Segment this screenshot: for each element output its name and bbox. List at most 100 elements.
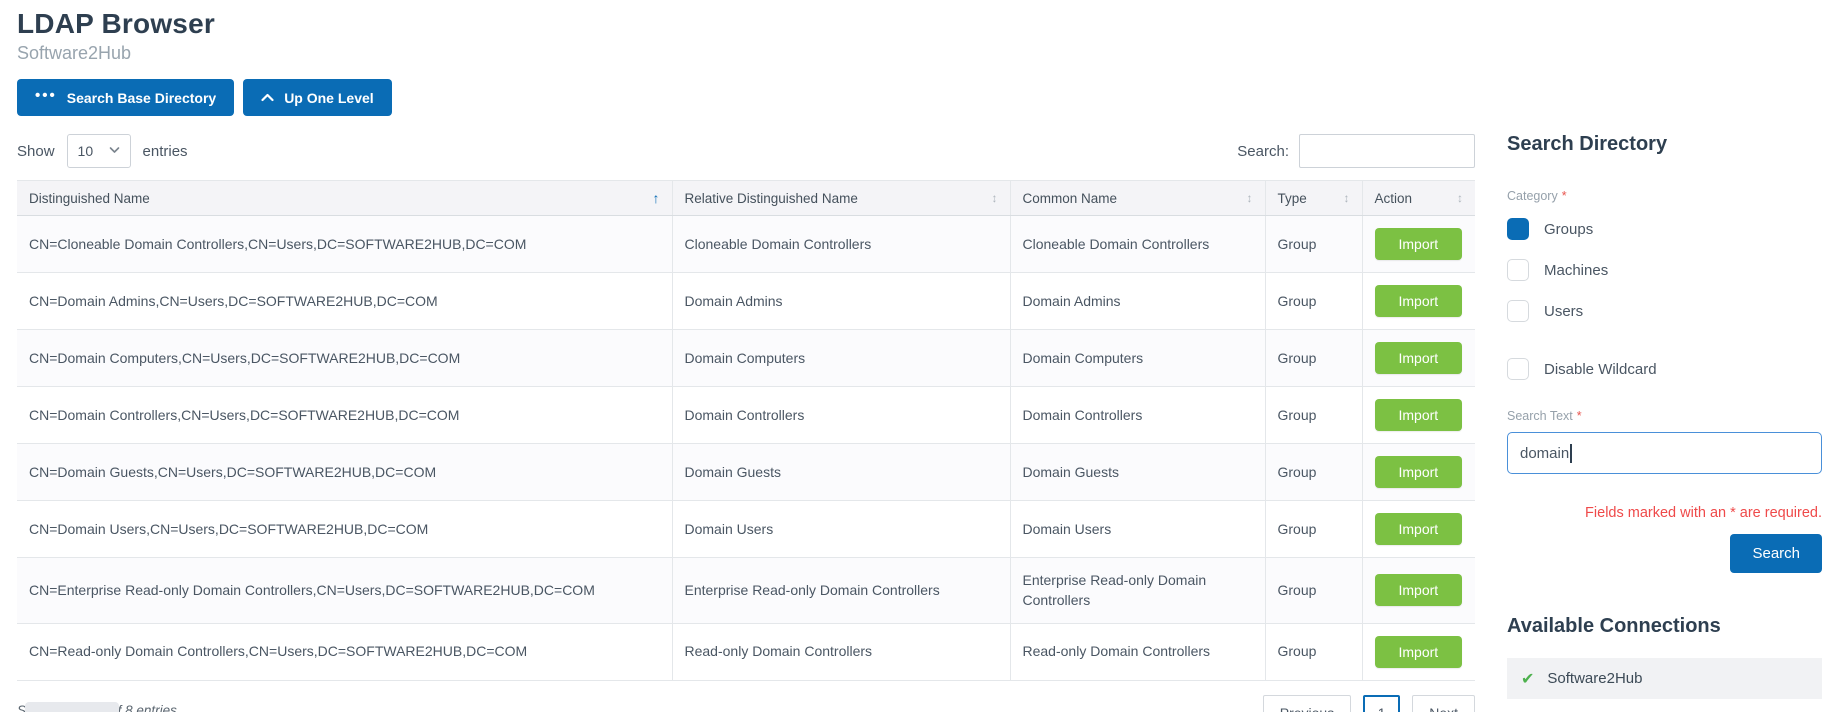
cell-common-name: Read-only Domain Controllers [1010,623,1265,680]
search-base-directory-label: Search Base Directory [67,90,216,106]
required-fields-note: Fields marked with an * are required. [1507,505,1822,521]
sort-ascending-icon: ↑ [653,190,660,206]
connection-name: Software2Hub [1547,670,1642,687]
connected-check-icon: ✔ [1521,669,1534,689]
available-connections-title: Available Connections [1507,615,1822,638]
cell-relative-distinguished-name: Domain Admins [672,273,1010,330]
cut-off-button[interactable] [25,702,119,712]
cell-type: Group [1265,444,1362,501]
cell-common-name: Domain Admins [1010,273,1265,330]
table-search-input[interactable] [1299,134,1475,168]
checkbox-label: Users [1544,303,1583,320]
table-row: CN=Read-only Domain Controllers,CN=Users… [17,623,1475,680]
checkbox-unchecked-icon[interactable] [1507,259,1529,281]
up-one-level-label: Up One Level [284,90,373,106]
checkbox-label: Disable Wildcard [1544,361,1657,378]
checkbox-unchecked-icon[interactable] [1507,300,1529,322]
table-row: CN=Domain Guests,CN=Users,DC=SOFTWARE2HU… [17,444,1475,501]
cell-relative-distinguished-name: Enterprise Read-only Domain Controllers [672,558,1010,624]
ellipsis-icon: ••• [35,88,57,103]
previous-page-button[interactable]: Previous [1263,695,1351,712]
category-checkbox-machines[interactable]: Machines [1507,259,1822,281]
cell-distinguished-name: CN=Domain Computers,CN=Users,DC=SOFTWARE… [17,330,672,387]
chevron-up-icon [261,93,274,102]
category-checkbox-groups[interactable]: Groups [1507,218,1822,240]
cell-distinguished-name: CN=Domain Users,CN=Users,DC=SOFTWARE2HUB… [17,501,672,558]
table-row: CN=Domain Controllers,CN=Users,DC=SOFTWA… [17,387,1475,444]
search-base-directory-button[interactable]: ••• Search Base Directory [17,79,234,116]
search-text-input[interactable]: domain [1507,432,1822,474]
cell-relative-distinguished-name: Domain Controllers [672,387,1010,444]
table-row: CN=Domain Computers,CN=Users,DC=SOFTWARE… [17,330,1475,387]
page-size-select[interactable]: 10 [67,134,131,168]
cell-distinguished-name: CN=Cloneable Domain Controllers,CN=Users… [17,216,672,273]
column-header-relative-distinguished-name[interactable]: Relative Distinguished Name↕ [672,181,1010,216]
page-subtitle: Software2Hub [17,43,1475,64]
cell-type: Group [1265,558,1362,624]
chevron-down-icon [109,145,120,157]
column-header-distinguished-name[interactable]: Distinguished Name↑ [17,181,672,216]
checkbox-label: Machines [1544,262,1608,279]
cell-type: Group [1265,273,1362,330]
column-header-type[interactable]: Type↕ [1265,181,1362,216]
import-button[interactable]: Import [1375,456,1463,488]
import-button[interactable]: Import [1375,636,1463,668]
connection-item[interactable]: ✔ Software2Hub [1507,658,1822,699]
table-header-row: Distinguished Name↑ Relative Distinguish… [17,181,1475,216]
cell-relative-distinguished-name: Domain Computers [672,330,1010,387]
table-footer: Showing 1 to 8 of 8 entries Previous 1 N… [17,695,1475,712]
cell-distinguished-name: CN=Enterprise Read-only Domain Controlle… [17,558,672,624]
text-cursor [1570,444,1572,463]
entries-label: entries [143,143,188,160]
sort-icon: ↕ [1247,191,1253,205]
page-title: LDAP Browser [17,8,1475,40]
next-page-button[interactable]: Next [1412,695,1475,712]
cell-distinguished-name: CN=Domain Admins,CN=Users,DC=SOFTWARE2HU… [17,273,672,330]
cell-distinguished-name: CN=Domain Controllers,CN=Users,DC=SOFTWA… [17,387,672,444]
checkbox-unchecked-icon[interactable] [1507,358,1529,380]
checkbox-checked-icon[interactable] [1507,218,1529,240]
page-size-value: 10 [78,143,94,159]
cell-distinguished-name: CN=Domain Guests,CN=Users,DC=SOFTWARE2HU… [17,444,672,501]
import-button[interactable]: Import [1375,513,1463,545]
import-button[interactable]: Import [1375,574,1463,606]
cell-relative-distinguished-name: Domain Guests [672,444,1010,501]
cell-common-name: Domain Controllers [1010,387,1265,444]
cell-common-name: Enterprise Read-only Domain Controllers [1010,558,1265,624]
import-button[interactable]: Import [1375,399,1463,431]
cell-common-name: Domain Computers [1010,330,1265,387]
ldap-results-table: Distinguished Name↑ Relative Distinguish… [17,180,1475,681]
show-label: Show [17,143,55,160]
table-row: CN=Cloneable Domain Controllers,CN=Users… [17,216,1475,273]
cell-type: Group [1265,216,1362,273]
sort-icon: ↕ [992,191,998,205]
checkbox-label: Groups [1544,221,1593,238]
import-button[interactable]: Import [1375,228,1463,260]
cell-common-name: Domain Users [1010,501,1265,558]
toolbar: ••• Search Base Directory Up One Level [17,79,1475,116]
category-label: Category* [1507,189,1822,203]
search-text-value: domain [1520,445,1569,462]
table-controls: Show 10 entries Search: [17,134,1475,168]
column-header-action[interactable]: Action↕ [1362,181,1475,216]
cell-relative-distinguished-name: Cloneable Domain Controllers [672,216,1010,273]
search-button[interactable]: Search [1730,534,1822,573]
search-directory-panel: Search Directory Category* Groups Machin… [1507,133,1822,699]
search-directory-title: Search Directory [1507,133,1822,156]
import-button[interactable]: Import [1375,342,1463,374]
up-one-level-button[interactable]: Up One Level [243,79,391,116]
column-header-common-name[interactable]: Common Name↕ [1010,181,1265,216]
sort-icon: ↕ [1457,191,1463,205]
cell-common-name: Cloneable Domain Controllers [1010,216,1265,273]
disable-wildcard-checkbox[interactable]: Disable Wildcard [1507,358,1822,380]
cell-common-name: Domain Guests [1010,444,1265,501]
table-row: CN=Enterprise Read-only Domain Controlle… [17,558,1475,624]
sort-icon: ↕ [1344,191,1350,205]
cell-type: Group [1265,623,1362,680]
page-number-button[interactable]: 1 [1363,695,1400,712]
category-checkbox-users[interactable]: Users [1507,300,1822,322]
search-text-label: Search Text* [1507,409,1822,423]
cell-type: Group [1265,387,1362,444]
required-asterisk: * [1577,409,1582,423]
import-button[interactable]: Import [1375,285,1463,317]
